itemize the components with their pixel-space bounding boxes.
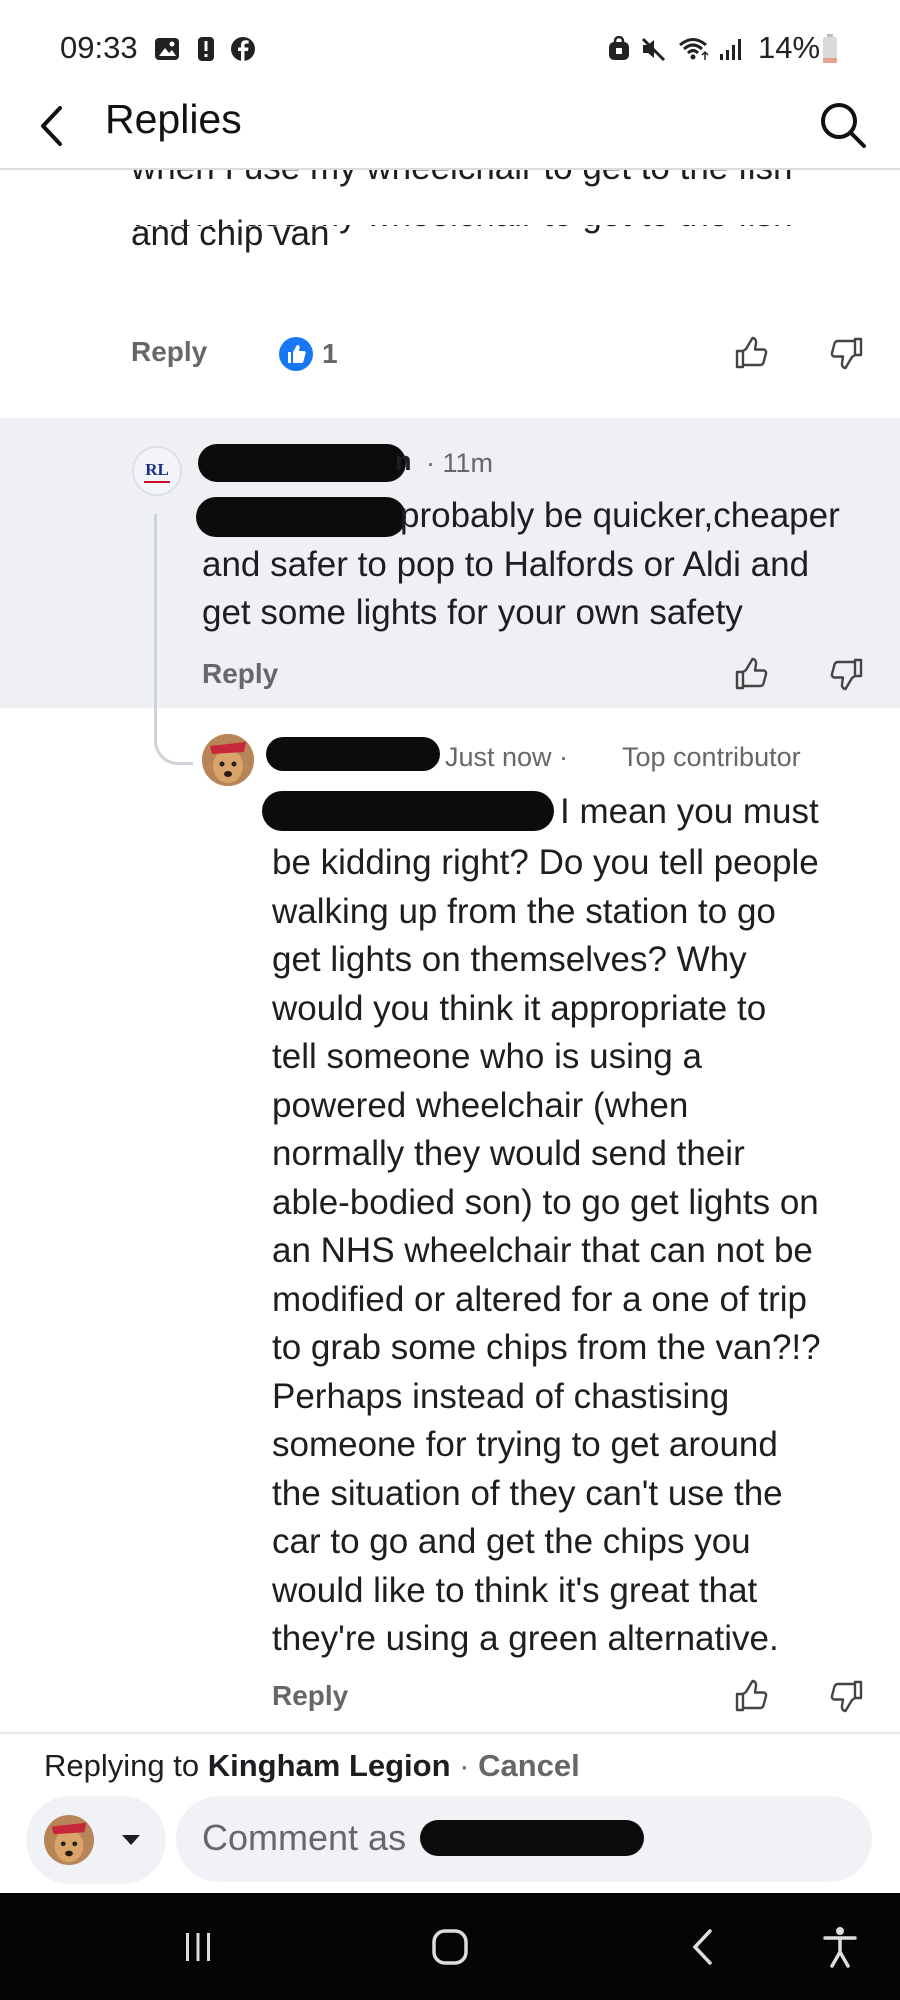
avatar[interactable]: RL (132, 446, 182, 496)
recent-apps-icon[interactable] (180, 1929, 216, 1965)
like-reaction-icon (279, 337, 313, 371)
signal-icon (720, 39, 741, 60)
downvote-icon[interactable] (829, 1678, 865, 1714)
redacted-mention (196, 497, 406, 537)
redacted-name (198, 444, 406, 482)
avatar[interactable] (202, 734, 254, 786)
commenter-name-fragment[interactable]: n (395, 446, 412, 477)
parent-comment: when I use my wheelchair to get to the f… (0, 170, 900, 418)
accessibility-icon[interactable] (822, 1925, 858, 1969)
comment-text-line: to grab some chips from the van?!? (272, 1328, 821, 1367)
account-switcher[interactable] (26, 1796, 166, 1884)
like-count: 1 (322, 338, 338, 369)
battery-icon (823, 34, 837, 63)
redacted-name (420, 1820, 644, 1856)
back-nav-icon[interactable] (690, 1927, 716, 1967)
downvote-icon[interactable] (829, 335, 865, 371)
comment-text-line: get some lights for your own safety (202, 593, 743, 632)
facebook-notification-icon (231, 37, 255, 61)
comment-text-line: powered wheelchair (when (272, 1085, 689, 1125)
comment-input[interactable]: Comment as (176, 1796, 872, 1882)
comment-text-line: able-bodied son) to go get lights on (272, 1182, 819, 1222)
comment-text-line: the situation of they can't use the (272, 1473, 783, 1513)
downvote-icon[interactable] (829, 656, 865, 692)
home-icon[interactable] (430, 1927, 470, 1967)
comment-text-line: probably be quicker,cheaper (400, 496, 840, 535)
status-time: 09:33 (60, 30, 138, 65)
upvote-icon[interactable] (733, 656, 769, 692)
top-contributor-badge: Top contributor (622, 742, 801, 772)
mute-icon (641, 37, 666, 62)
comment-timestamp: · 11m (426, 448, 494, 478)
avatar-logo-stripe (144, 481, 170, 483)
thread-connector-line (154, 514, 193, 765)
comment-text-line: car to go and get the chips you (272, 1522, 751, 1561)
cancel-reply-button[interactable]: Cancel (478, 1748, 580, 1783)
dog-avatar-icon (44, 1815, 94, 1865)
redacted-mention (262, 791, 554, 831)
upvote-icon[interactable] (733, 335, 769, 371)
alert-notification-icon (198, 37, 214, 61)
comment-text-line: they're using a green alternative. (272, 1619, 779, 1658)
comment-text-line: would you think it appropriate to (272, 988, 767, 1028)
avatar (44, 1815, 94, 1865)
wifi-icon (679, 38, 709, 60)
comment-text-line: normally they would send their (272, 1134, 745, 1173)
comment-text-line: when I use my wheelchair to get to the f… (131, 170, 792, 193)
dog-avatar-icon (202, 734, 254, 786)
comment-text-line: I mean you must (560, 792, 819, 831)
android-nav-bar (0, 1893, 900, 2000)
comment-text-line: would like to think it's great that (272, 1570, 758, 1610)
reply-button[interactable]: Reply (272, 1680, 348, 1712)
comment-placeholder: Comment as (202, 1817, 407, 1858)
comment-text-line: be kidding right? Do you tell people (272, 843, 819, 882)
replying-separator: · (450, 1748, 479, 1783)
avatar-logo-text: RL (145, 460, 169, 479)
reply-button[interactable]: Reply (202, 658, 278, 690)
comment-text-line: modified or altered for a one of trip (272, 1279, 808, 1319)
back-arrow-icon[interactable] (38, 104, 64, 148)
app-header: Replies (0, 80, 900, 170)
comment-text-line: an NHS wheelchair that can not be (272, 1231, 813, 1270)
comment-body: be kidding right? Do you tell people wal… (272, 839, 821, 1664)
battery-percentage: 14% (758, 30, 821, 65)
comment-text-line: someone for trying to get around (272, 1425, 778, 1464)
comment-text-line: tell someone who is using a (272, 1037, 702, 1076)
comment-text-line: and safer to pop to Halfords or Aldi and (202, 545, 810, 584)
comment-text-line: and chip van (131, 214, 330, 253)
page-title: Replies (105, 96, 242, 142)
alarm-lock-icon (609, 36, 629, 60)
gallery-notification-icon (155, 38, 179, 60)
comment-text-line: Perhaps instead of chastising (272, 1376, 730, 1416)
comment-text-line: get lights on themselves? Why (272, 940, 747, 979)
replying-prefix: Replying to (44, 1748, 200, 1783)
redacted-name (266, 737, 440, 771)
composer-divider (0, 1732, 900, 1734)
comment-text-line: walking up from the station to go (272, 891, 776, 931)
replying-to-bar: Replying to Kingham Legion · Cancel (44, 1748, 580, 1784)
reply-button[interactable]: Reply (131, 336, 207, 368)
search-icon[interactable] (818, 100, 868, 150)
replying-to-name[interactable]: Kingham Legion (208, 1748, 451, 1783)
upvote-icon[interactable] (733, 1678, 769, 1714)
chevron-down-icon (122, 1835, 140, 1845)
comment-timestamp: Just now · (445, 742, 569, 772)
